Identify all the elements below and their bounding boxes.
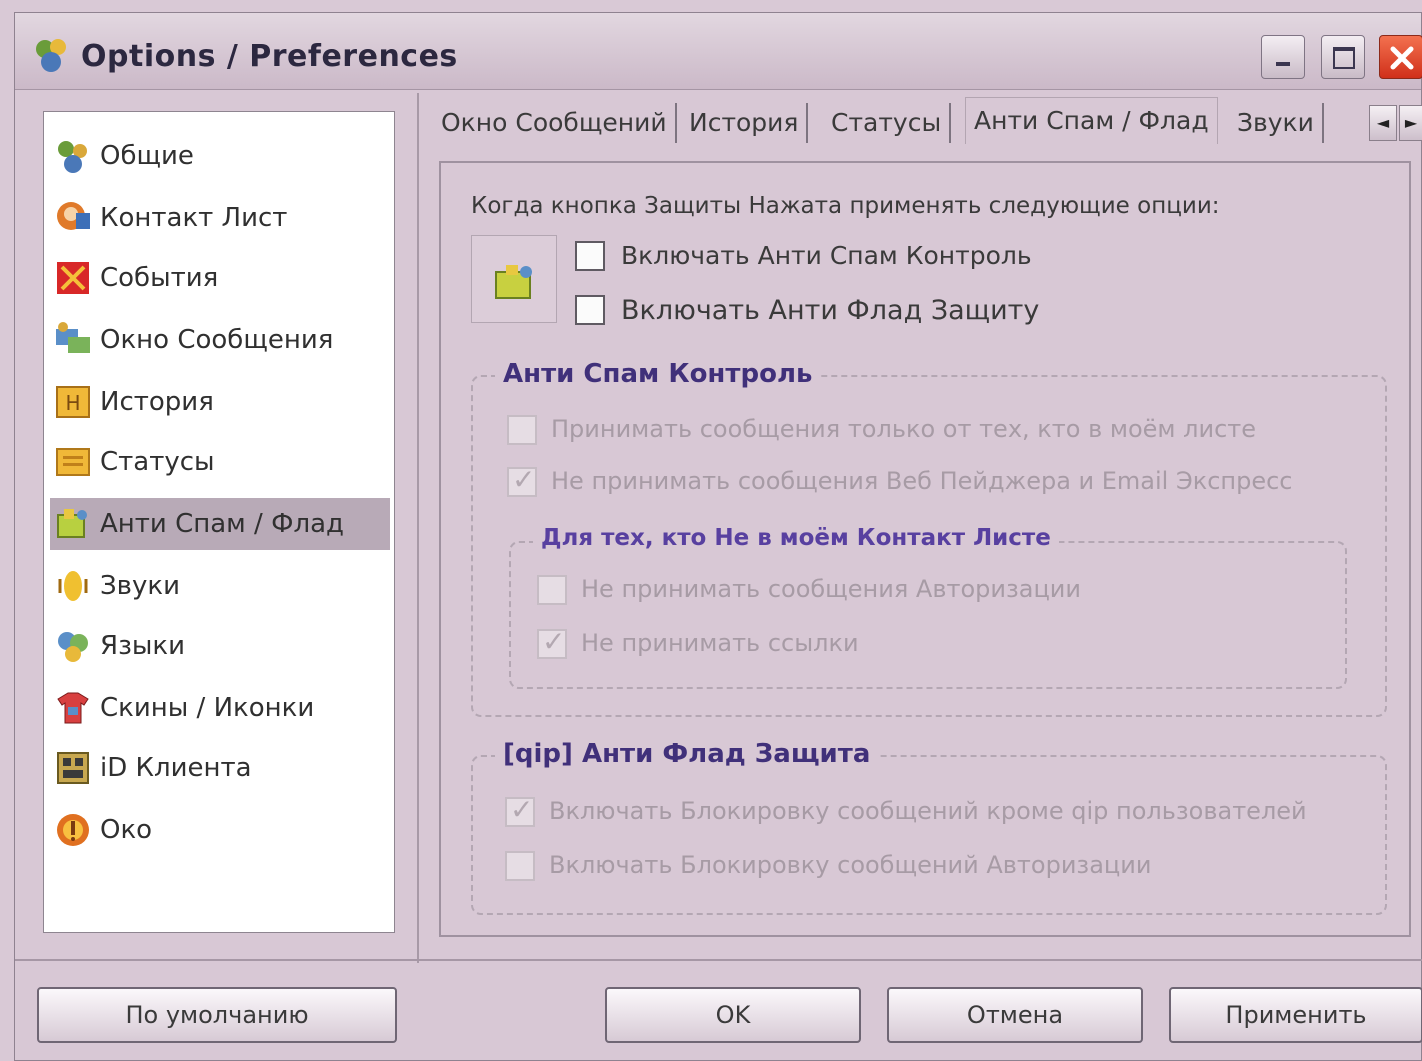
enable-anti-spam-checkbox[interactable]	[575, 241, 605, 271]
options-window: Options / Preferences Общие Контакт Лист…	[14, 12, 1422, 1061]
category-list[interactable]: Общие Контакт Лист События Окно Сообщени…	[43, 111, 395, 933]
chevron-right-icon: ►	[1404, 113, 1418, 132]
sidebar-item-label: Анти Спам / Флад	[100, 509, 344, 539]
sidebar-item-events[interactable]: События	[50, 252, 390, 304]
sounds-icon	[58, 571, 88, 601]
sidebar-item-label: Статусы	[100, 447, 215, 477]
block-auth-messages-checkbox[interactable]	[505, 851, 535, 881]
sidebar-item-anti-spam[interactable]: Анти Спам / Флад	[50, 498, 390, 550]
block-auth-requests-label: Не принимать сообщения Авторизации	[581, 575, 1081, 603]
checkmark-icon: ✓	[542, 625, 566, 658]
sidebar-item-statuses[interactable]: Статусы	[50, 436, 390, 488]
sidebar-item-label: iD Клиента	[100, 753, 252, 783]
not-in-list-group	[509, 541, 1347, 689]
anti-spam-icon	[57, 509, 87, 538]
splitter[interactable]	[417, 93, 419, 963]
statuses-icon	[56, 448, 90, 476]
close-icon	[1390, 46, 1414, 70]
app-icon	[36, 39, 66, 72]
title-bar[interactable]: Options / Preferences	[15, 13, 1422, 90]
block-webpager-label: Не принимать сообщения Веб Пейджера и Em…	[551, 467, 1293, 495]
client-id-icon	[57, 752, 89, 784]
sidebar-item-eye[interactable]: Око	[50, 804, 390, 856]
languages-icon	[58, 632, 88, 662]
minimize-button[interactable]	[1261, 35, 1305, 79]
enable-anti-flood-label: Включать Анти Флад Защиту	[621, 295, 1040, 326]
footer-divider	[15, 959, 1422, 961]
sidebar-item-skins[interactable]: Скины / Иконки	[50, 682, 390, 734]
block-non-qip-label: Включать Блокировку сообщений кроме qip …	[549, 797, 1307, 825]
minimize-icon	[1276, 62, 1290, 66]
maximize-button[interactable]	[1321, 35, 1365, 79]
accept-only-from-list-checkbox[interactable]	[507, 415, 537, 445]
anti-flood-group-title: [qip] Анти Флад Защита	[495, 739, 879, 769]
sidebar-item-label: Контакт Лист	[100, 203, 288, 233]
chevron-left-icon: ◄	[1376, 113, 1390, 132]
shield-icon-box	[471, 235, 557, 323]
maximize-icon	[1333, 47, 1355, 69]
enable-anti-spam-label: Включать Анти Спам Контроль	[621, 241, 1032, 270]
tab-anti-spam[interactable]: Анти Спам / Флад	[965, 97, 1218, 144]
anti-flood-group	[471, 755, 1387, 915]
not-in-list-group-title: Для тех, кто Не в моём Контакт Листе	[533, 525, 1059, 551]
sidebar-item-label: История	[100, 387, 214, 417]
sidebar-item-general[interactable]: Общие	[50, 130, 390, 182]
sidebar-item-label: Око	[100, 815, 153, 845]
anti-spam-group-title: Анти Спам Контроль	[495, 359, 821, 389]
block-auth-requests-checkbox[interactable]	[537, 575, 567, 605]
svg-text:H: H	[65, 391, 80, 415]
block-links-checkbox[interactable]: ✓	[537, 625, 567, 659]
sidebar-item-label: Языки	[100, 631, 186, 661]
tab-scroll-right-button[interactable]: ►	[1399, 105, 1422, 141]
sidebar-item-contact-list[interactable]: Контакт Лист	[50, 192, 390, 244]
enable-anti-flood-checkbox[interactable]	[575, 295, 605, 325]
tab-scroll-left-button[interactable]: ◄	[1369, 105, 1397, 141]
contact-list-icon	[57, 202, 90, 230]
checkmark-icon: ✓	[510, 793, 534, 826]
window-title: Options / Preferences	[81, 39, 458, 74]
apply-button[interactable]: Применить	[1169, 987, 1422, 1043]
sidebar-item-history[interactable]: H История	[50, 376, 390, 428]
shield-prompt: Когда кнопка Защиты Нажата применять сле…	[471, 193, 1220, 219]
tab-statuses[interactable]: Статусы	[823, 103, 952, 143]
tab-bar: Окно Сообщений История Статусы Анти Спам…	[433, 95, 1422, 145]
sidebar-item-label: Скины / Иконки	[100, 693, 315, 723]
skins-icon	[57, 692, 89, 724]
sidebar-item-client-id[interactable]: iD Клиента	[50, 742, 390, 794]
shield-icon	[495, 265, 532, 299]
message-window-icon	[56, 322, 90, 353]
eye-icon	[57, 814, 89, 846]
cancel-button[interactable]: Отмена	[887, 987, 1143, 1043]
default-button[interactable]: По умолчанию	[37, 987, 397, 1043]
block-non-qip-checkbox[interactable]: ✓	[505, 793, 535, 827]
block-webpager-checkbox[interactable]: ✓	[507, 463, 537, 497]
tab-message-window[interactable]: Окно Сообщений	[433, 103, 677, 143]
sidebar-item-sounds[interactable]: Звуки	[50, 560, 390, 612]
tab-sounds[interactable]: Звуки	[1229, 103, 1324, 143]
sidebar-item-label: Общие	[100, 141, 194, 171]
sidebar-item-label: Звуки	[100, 571, 180, 601]
accept-only-from-list-label: Принимать сообщения только от тех, кто в…	[551, 415, 1257, 443]
tab-history[interactable]: История	[681, 103, 809, 143]
history-icon: H	[56, 386, 90, 418]
sidebar-item-label: События	[100, 263, 219, 293]
events-icon	[57, 262, 89, 294]
block-links-label: Не принимать ссылки	[581, 629, 859, 657]
general-icon	[58, 141, 87, 173]
block-auth-messages-label: Включать Блокировку сообщений Авторизаци…	[549, 851, 1152, 879]
ok-button[interactable]: OK	[605, 987, 861, 1043]
sidebar-item-label: Окно Сообщения	[100, 325, 334, 355]
sidebar-item-languages[interactable]: Языки	[50, 620, 390, 672]
sidebar-item-message-window[interactable]: Окно Сообщения	[50, 314, 390, 366]
close-button[interactable]	[1379, 35, 1422, 79]
checkmark-icon: ✓	[512, 463, 536, 496]
